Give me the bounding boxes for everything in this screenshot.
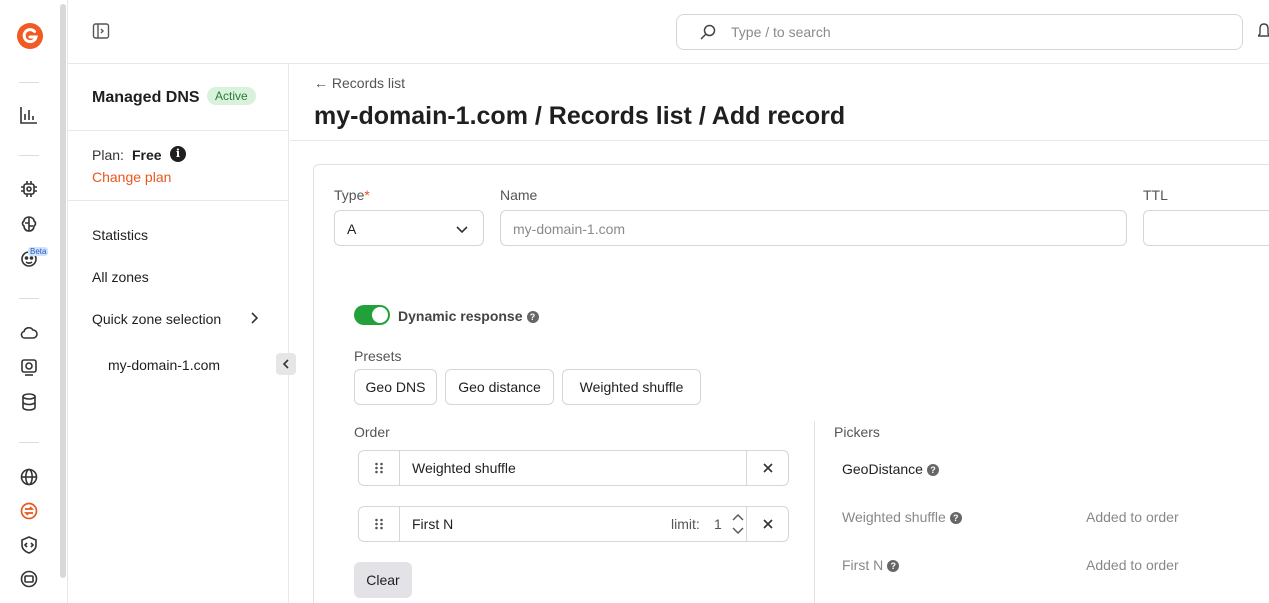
service-sidebar: Managed DNS Active Plan: Free i Change p…	[68, 64, 296, 603]
picker-name: Weighted shuffle	[842, 509, 946, 525]
type-label: Type*	[334, 187, 370, 203]
limit-value[interactable]: 1	[714, 516, 722, 532]
ttl-input[interactable]	[1143, 210, 1269, 246]
chevron-right-icon[interactable]	[248, 311, 260, 325]
preset-geo-dns-button[interactable]: Geo DNS	[354, 369, 437, 405]
close-icon	[762, 519, 773, 529]
picker-geodistance[interactable]: GeoDistance?	[842, 461, 939, 477]
remove-order-button[interactable]	[746, 451, 788, 485]
preset-weighted-shuffle-button[interactable]: Weighted shuffle	[562, 369, 701, 405]
main-content: ← Records list my-domain-1.com / Records…	[290, 64, 1269, 603]
beta-badge: Beta	[28, 247, 49, 256]
sidebar-item-all-zones[interactable]: All zones	[92, 269, 149, 285]
sidebar-header: Managed DNS Active	[68, 64, 288, 131]
back-to-records-link[interactable]: ← Records list	[314, 75, 405, 91]
required-mark: *	[364, 187, 370, 203]
ttl-label: TTL	[1143, 187, 1168, 203]
type-select-value: A	[347, 221, 357, 237]
order-row-label: First N	[412, 516, 454, 532]
rail-scrollbar[interactable]	[60, 4, 66, 578]
drag-handle-icon[interactable]	[359, 451, 400, 485]
info-icon[interactable]: i	[170, 146, 186, 162]
order-label: Order	[354, 424, 390, 440]
sidebar-item-statistics[interactable]: Statistics	[92, 227, 148, 243]
search-icon	[699, 23, 717, 41]
name-label: Name	[500, 187, 538, 203]
code-shield-icon[interactable]	[17, 533, 41, 557]
rail-separator	[19, 82, 39, 83]
chip-icon[interactable]	[17, 177, 41, 201]
rail-separator	[19, 155, 39, 156]
pickers-label: Pickers	[834, 424, 880, 440]
panel-toggle-icon[interactable]	[92, 22, 110, 40]
divider	[290, 140, 1269, 141]
dynamic-response-toggle[interactable]	[354, 305, 390, 325]
help-icon[interactable]: ?	[926, 464, 939, 476]
picker-first-n: First N?	[842, 557, 900, 573]
search-bar[interactable]	[676, 14, 1243, 50]
order-row: First N limit: 1	[358, 506, 789, 542]
name-placeholder: my-domain-1.com	[513, 221, 626, 237]
column-divider	[814, 421, 815, 603]
dynamic-response-label: Dynamic response?	[398, 308, 539, 324]
help-icon[interactable]: ?	[949, 512, 962, 524]
statistics-icon[interactable]	[17, 103, 41, 127]
database-icon[interactable]	[17, 390, 41, 414]
logo-icon[interactable]	[16, 22, 44, 50]
dynamic-response-text: Dynamic response	[398, 308, 523, 324]
globe-icon[interactable]	[17, 465, 41, 489]
type-select[interactable]: A	[334, 210, 484, 246]
toggle-knob	[372, 307, 388, 323]
order-row-label: Weighted shuffle	[412, 460, 516, 476]
limit-label: limit:	[671, 516, 700, 532]
picker-status: Added to order	[1086, 557, 1179, 573]
name-input[interactable]: my-domain-1.com	[500, 210, 1127, 246]
close-icon	[762, 463, 773, 473]
type-label-text: Type	[334, 187, 365, 203]
add-record-form: Type* A Name my-domain-1.com TTL Dynamic…	[313, 164, 1269, 603]
picker-name: GeoDistance	[842, 461, 923, 477]
preset-geo-distance-button[interactable]: Geo distance	[445, 369, 554, 405]
sidebar-zone-item[interactable]: my-domain-1.com	[108, 357, 220, 373]
help-icon[interactable]: ?	[526, 311, 539, 323]
remove-order-button[interactable]	[746, 507, 788, 541]
sidebar-item-quick-zone-selection[interactable]: Quick zone selection	[92, 311, 221, 327]
limit-stepper[interactable]	[731, 511, 745, 537]
help-icon[interactable]: ?	[887, 560, 900, 572]
change-plan-link[interactable]: Change plan	[92, 169, 171, 185]
status-badge: Active	[207, 87, 256, 105]
video-icon[interactable]	[17, 567, 41, 591]
service-title: Managed DNS	[92, 89, 200, 106]
notification-icon[interactable]	[1256, 22, 1269, 40]
rail-separator	[19, 298, 39, 299]
plan-label: Plan:	[92, 147, 124, 163]
brain-icon[interactable]	[17, 212, 41, 236]
picker-weighted-shuffle: Weighted shuffle?	[842, 509, 962, 525]
top-bar	[68, 0, 1269, 64]
search-input[interactable]	[731, 24, 1211, 40]
order-row: Weighted shuffle	[358, 450, 789, 486]
monitor-icon[interactable]	[17, 355, 41, 379]
drag-handle-icon[interactable]	[359, 507, 400, 541]
plan-section: Plan: Free i Change plan	[68, 132, 288, 201]
icon-rail: Beta	[0, 0, 60, 603]
cloud-icon[interactable]	[17, 321, 41, 345]
chevron-down-icon	[455, 223, 469, 235]
rail-separator	[19, 442, 39, 443]
picker-name: First N	[842, 557, 884, 573]
picker-status: Added to order	[1086, 509, 1179, 525]
page-title: my-domain-1.com / Records list / Add rec…	[314, 102, 846, 130]
plan-value: Free	[132, 147, 162, 163]
presets-label: Presets	[354, 348, 402, 364]
clear-button[interactable]: Clear	[354, 562, 412, 598]
dns-icon[interactable]	[17, 499, 41, 523]
